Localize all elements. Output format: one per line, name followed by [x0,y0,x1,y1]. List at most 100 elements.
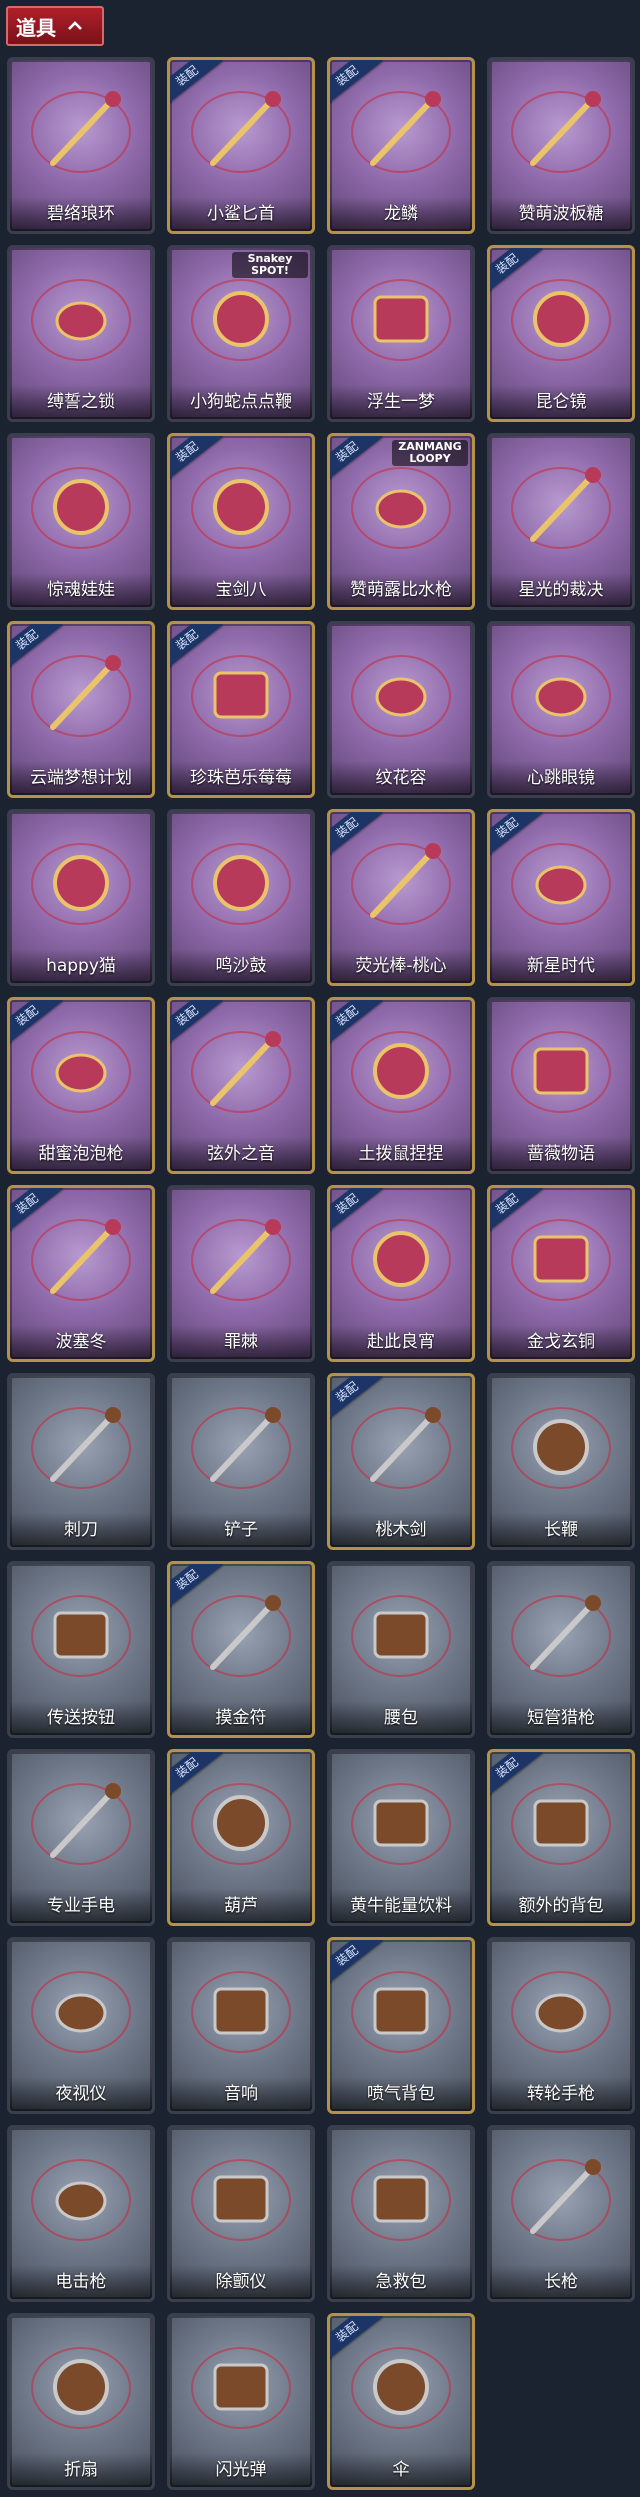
item-card[interactable]: 转轮手枪 [487,1937,635,2114]
item-name: 金戈玄铜 [490,1325,632,1359]
card-corner-logo: ZANMANG LOOPY [392,440,468,466]
defibrillator-icon [170,2138,312,2259]
mirror-icon [490,258,632,379]
item-card[interactable]: 长鞭 [487,1373,635,1550]
lute-icon [170,1010,312,1131]
card-corner-logo: Snakey SPOT! [232,252,308,278]
trident-icon [10,1198,152,1319]
drink-cup-icon [170,634,312,755]
item-card[interactable]: 黄牛能量饮料 [327,1749,475,1926]
lock-chain-icon [10,258,152,379]
item-card[interactable]: 缚誓之锁 [7,245,155,422]
item-card[interactable]: 纹花容 [327,621,475,798]
item-name: 珍珠芭乐莓莓 [170,761,312,795]
item-card[interactable]: 装配伞 [327,2313,475,2490]
item-card[interactable]: 刺刀 [7,1373,155,1550]
item-card[interactable]: 装配 赴此良宵 [327,1185,475,1362]
drum-clock-icon [170,822,312,943]
gourd-icon [170,1762,312,1883]
item-card[interactable]: 短管猎枪 [487,1561,635,1738]
item-card[interactable]: 装配 云端梦想计划 [7,621,155,798]
item-card[interactable]: 装配 摸金符 [167,1561,315,1738]
item-card[interactable]: 罪棘 [167,1185,315,1362]
item-name: 小鲨匕首 [170,197,312,231]
item-name: 罪棘 [170,1325,312,1359]
remote-button-icon [10,1574,152,1695]
item-card[interactable]: 装配 葫芦 [167,1749,315,1926]
item-name: 电击枪 [10,2265,152,2299]
item-name: 碧络琅环 [10,197,152,231]
item-card[interactable]: 装配 荧光棒-桃心 [327,809,475,986]
bubble-gun-icon [10,1010,152,1131]
item-card[interactable]: 装配 珍珠芭乐莓莓 [167,621,315,798]
revolver-gold-icon [490,822,632,943]
item-name: 刺刀 [10,1513,152,1547]
boombox-icon [170,1950,312,2071]
item-card[interactable]: 鸣沙鼓 [167,809,315,986]
item-card[interactable]: 长枪 [487,2125,635,2302]
item-name: 传送按钮 [10,1701,152,1735]
items-section-toggle[interactable]: 道具 [6,6,104,46]
item-name: 喷气背包 [330,2077,472,2111]
item-card[interactable]: 心跳眼镜 [487,621,635,798]
item-name: 新星时代 [490,949,632,983]
item-card[interactable]: 装配 弦外之音 [167,997,315,1174]
item-card[interactable]: 传送按钮 [7,1561,155,1738]
item-name: 云端梦想计划 [10,761,152,795]
item-card[interactable]: 装配 额外的背包 [487,1749,635,1926]
item-card[interactable]: 浮生一梦 [327,245,475,422]
item-name: 额外的背包 [490,1889,632,1923]
item-name: 蔷薇物语 [490,1137,632,1171]
item-name: 桃木剑 [330,1513,472,1547]
item-card[interactable]: 折扇 [7,2313,155,2490]
ring-accessory-icon [10,70,152,191]
flashbang-icon [170,2326,312,2447]
item-card[interactable]: 除颤仪 [167,2125,315,2302]
item-name: 赞萌露比水枪 [330,573,472,607]
item-card[interactable]: 装配 土拨鼠捏捏 [327,997,475,1174]
item-card[interactable]: 装配 龙鳞 [327,57,475,234]
golden-key-icon [330,70,472,191]
item-name: 闪光弹 [170,2453,312,2487]
item-card[interactable]: 腰包 [327,1561,475,1738]
shovel-icon [170,1386,312,1507]
item-name: 摸金符 [170,1701,312,1735]
item-name: 长枪 [490,2265,632,2299]
item-card[interactable]: 装配 桃木剑 [327,1373,475,1550]
item-name: 专业手电 [10,1889,152,1923]
item-name: 昆仑镜 [490,385,632,419]
item-card[interactable]: 装配 昆仑镜 [487,245,635,422]
item-card[interactable]: 星光的裁决 [487,433,635,610]
item-card[interactable]: 急救包 [327,2125,475,2302]
item-card[interactable]: 装配 小鲨匕首 [167,57,315,234]
item-card[interactable]: 装配 波塞冬 [7,1185,155,1362]
item-name: 土拨鼠捏捏 [330,1137,472,1171]
item-name: 赴此良宵 [330,1325,472,1359]
item-name: 葫芦 [170,1889,312,1923]
item-card[interactable]: Snakey SPOT! 小狗蛇点点鞭 [167,245,315,422]
item-card[interactable]: 装配 喷气背包 [327,1937,475,2114]
item-card[interactable]: 赞萌波板糖 [487,57,635,234]
item-card[interactable]: 闪光弹 [167,2313,315,2490]
item-card[interactable]: 音响 [167,1937,315,2114]
item-card[interactable]: happy猫 [7,809,155,986]
item-card[interactable]: 装配 金戈玄铜 [487,1185,635,1362]
stun-gun-icon [10,2138,152,2259]
item-card[interactable]: 专业手电 [7,1749,155,1926]
item-name: 惊魂娃娃 [10,573,152,607]
first-aid-icon [330,2138,472,2259]
item-card[interactable]: 夜视仪 [7,1937,155,2114]
item-card[interactable]: 装配 甜蜜泡泡枪 [7,997,155,1174]
item-card[interactable]: 电击枪 [7,2125,155,2302]
item-card[interactable]: 装配 新星时代 [487,809,635,986]
item-card[interactable]: 装配 宝剑八 [167,433,315,610]
item-card[interactable]: 碧络琅环 [7,57,155,234]
item-card[interactable]: 铲子 [167,1373,315,1550]
bronze-lantern-icon [490,1198,632,1319]
item-card[interactable]: 惊魂娃娃 [7,433,155,610]
item-card[interactable]: 蔷薇物语 [487,997,635,1174]
item-card[interactable]: ZANMANG LOOPY 装配 赞萌露比水枪 [327,433,475,610]
scroll-icon [330,258,472,379]
wooden-sword-icon [330,1386,472,1507]
doll-head-icon [10,446,152,567]
